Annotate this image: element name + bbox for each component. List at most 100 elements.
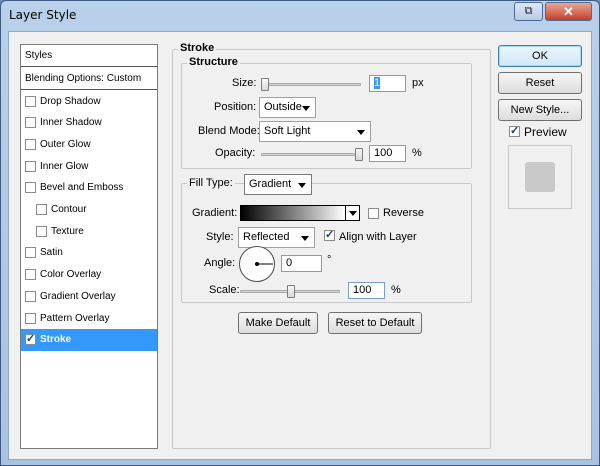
size-slider-thumb[interactable]	[261, 78, 269, 91]
style-item-label: Inner Shadow	[40, 117, 102, 129]
style-item-outer-glow[interactable]: Outer Glow	[21, 133, 157, 155]
style-item-label: Satin	[40, 247, 63, 259]
style-item-checkbox[interactable]	[36, 225, 47, 237]
style-item-checkbox[interactable]	[25, 332, 36, 346]
scale-input[interactable]: 100	[348, 282, 385, 299]
size-value: 1	[374, 77, 381, 89]
style-item-texture[interactable]: Texture	[21, 220, 157, 242]
size-slider-track[interactable]	[261, 83, 361, 86]
new-style-button[interactable]: New Style...	[498, 99, 582, 121]
chevron-down-icon	[301, 236, 309, 241]
style-item-drop-shadow[interactable]: Drop Shadow	[21, 90, 157, 112]
angle-value: 0	[286, 257, 293, 269]
style-item-checkbox[interactable]	[25, 290, 36, 302]
style-item-pattern-overlay[interactable]: Pattern Overlay	[21, 307, 157, 329]
style-preview	[508, 145, 572, 209]
style-item-checkbox[interactable]	[25, 182, 36, 194]
style-item-label: Bevel and Emboss	[40, 182, 124, 194]
position-select[interactable]: Outside	[259, 97, 316, 118]
opacity-slider-track[interactable]	[261, 153, 361, 156]
window-title: Layer Style	[9, 8, 77, 22]
scale-value: 100	[353, 284, 372, 296]
style-item-label: Pattern Overlay	[40, 312, 110, 324]
chevron-down-icon	[298, 183, 306, 188]
angle-input[interactable]: 0	[281, 255, 322, 272]
style-item-label: Stroke	[40, 334, 72, 346]
blend-mode-label: Blend Mode:	[198, 125, 260, 137]
style-item-checkbox[interactable]	[25, 269, 36, 281]
style-item-label: Color Overlay	[40, 269, 102, 281]
align-with-layer-checkbox[interactable]	[324, 228, 335, 241]
opacity-input[interactable]: 100	[369, 145, 406, 162]
chevron-down-icon	[302, 106, 310, 111]
blending-options-label: Blending Options: Custom	[25, 73, 142, 84]
style-item-inner-shadow[interactable]: Inner Shadow	[21, 112, 157, 134]
ok-label: OK	[532, 50, 548, 62]
blend-mode-value: Soft Light	[264, 125, 311, 137]
style-item-stroke[interactable]: Stroke	[21, 328, 157, 351]
angle-dial[interactable]	[239, 246, 275, 282]
close-button[interactable]: ✕	[545, 2, 592, 21]
style-item-contour[interactable]: Contour	[21, 199, 157, 221]
reverse-checkbox[interactable]	[368, 208, 379, 219]
position-label: Position:	[214, 101, 257, 113]
style-item-label: Drop Shadow	[40, 95, 101, 107]
fill-type-group: Fill Type: Gradient Gradient: Reverse St…	[181, 174, 472, 303]
style-item-checkbox[interactable]	[25, 247, 36, 259]
restore-button[interactable]: ⧉	[514, 2, 543, 21]
align-with-layer-label: Align with Layer	[339, 231, 417, 243]
chevron-down-icon	[349, 211, 357, 216]
gradient-preview[interactable]	[240, 205, 346, 221]
dialog-client: Styles Blending Options: Custom Drop Sha…	[8, 31, 592, 460]
position-value: Outside	[264, 101, 302, 113]
style-item-satin[interactable]: Satin	[21, 242, 157, 264]
style-item-checkbox[interactable]	[25, 117, 36, 129]
opacity-slider-thumb[interactable]	[355, 148, 363, 161]
reset-label: Reset	[525, 77, 555, 89]
opacity-label: Opacity:	[215, 147, 256, 159]
style-item-gradient-overlay[interactable]: Gradient Overlay	[21, 285, 157, 307]
style-label: Style:	[206, 231, 234, 243]
make-default-label: Make Default	[245, 317, 311, 329]
layer-style-window: Layer Style ⧉ ✕ Styles Blending Options:…	[0, 0, 600, 466]
style-item-checkbox[interactable]	[25, 312, 36, 324]
structure-title: Structure	[187, 56, 240, 68]
angle-unit: °	[327, 254, 332, 266]
stroke-title: Stroke	[178, 42, 217, 54]
style-item-checkbox[interactable]	[25, 95, 36, 107]
scale-label: Scale:	[209, 284, 240, 296]
new-style-label: New Style...	[510, 104, 570, 116]
ok-button[interactable]: OK	[498, 45, 582, 67]
styles-header[interactable]: Styles	[21, 45, 157, 67]
close-icon: ✕	[563, 3, 574, 19]
reset-to-default-button[interactable]: Reset to Default	[328, 312, 422, 334]
style-item-label: Contour	[51, 204, 87, 215]
size-input[interactable]: 1	[369, 75, 406, 92]
blend-mode-select[interactable]: Soft Light	[259, 121, 371, 142]
style-item-checkbox[interactable]	[25, 160, 36, 172]
preview-swatch	[525, 162, 555, 192]
angle-label: Angle:	[204, 257, 236, 269]
styles-list: Styles Blending Options: Custom Drop Sha…	[20, 44, 158, 449]
gradient-style-select[interactable]: Reflected	[238, 227, 315, 248]
restore-icon: ⧉	[524, 5, 533, 17]
fill-type-value: Gradient	[249, 178, 292, 190]
style-item-checkbox[interactable]	[25, 138, 36, 150]
fill-type-select[interactable]: Gradient	[244, 174, 312, 195]
size-label: Size:	[232, 77, 257, 89]
fill-type-label: Fill Type:	[187, 177, 235, 189]
style-item-inner-glow[interactable]: Inner Glow	[21, 155, 157, 177]
style-item-bevel-and-emboss[interactable]: Bevel and Emboss	[21, 177, 157, 199]
opacity-unit: %	[412, 147, 422, 159]
scale-slider-thumb[interactable]	[287, 285, 295, 298]
make-default-button[interactable]: Make Default	[238, 312, 318, 334]
gradient-picker-button[interactable]	[346, 205, 360, 221]
gradient-style-value: Reflected	[243, 231, 290, 243]
style-item-color-overlay[interactable]: Color Overlay	[21, 264, 157, 286]
style-item-label: Texture	[51, 225, 84, 237]
reset-button[interactable]: Reset	[498, 72, 582, 94]
style-item-checkbox[interactable]	[36, 204, 47, 215]
preview-checkbox[interactable]	[509, 124, 520, 137]
blending-options-item[interactable]: Blending Options: Custom	[21, 68, 157, 90]
title-bar[interactable]: Layer Style ⧉ ✕	[1, 1, 599, 31]
